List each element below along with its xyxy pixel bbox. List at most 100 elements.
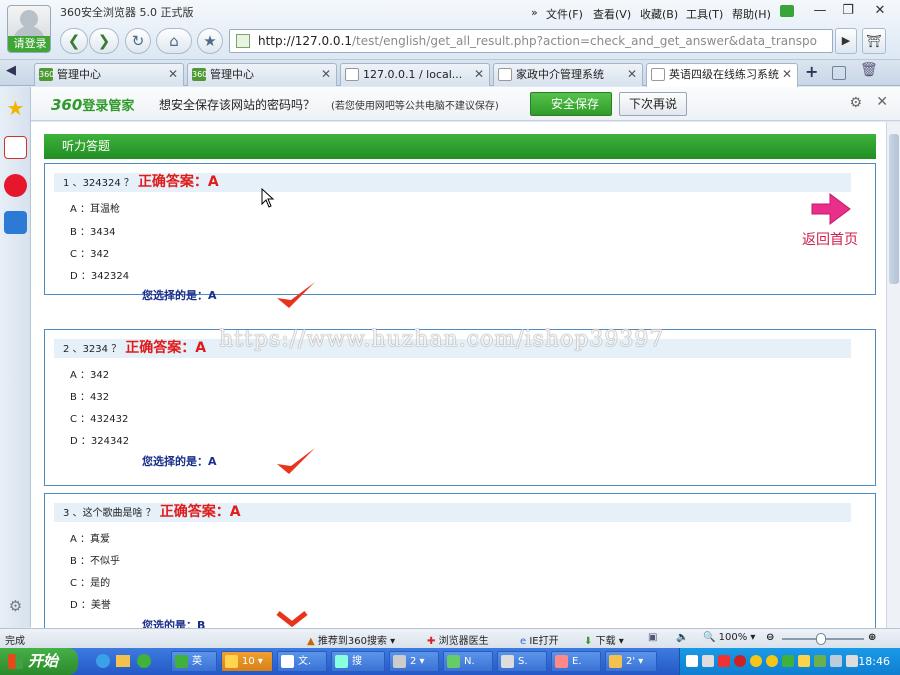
back-button[interactable]: ❮	[60, 28, 88, 54]
watermark-text: https://www.huzhan.com/ishop39397	[219, 327, 665, 352]
correct-check-icon	[277, 448, 315, 474]
task-window-group-1[interactable]: 2 ▾	[389, 651, 439, 672]
tab-page-icon	[498, 68, 512, 81]
option-d: D ：美誉	[70, 600, 111, 611]
task-qq[interactable]: 10 ▾	[221, 651, 273, 672]
recommend-search-button[interactable]: ▲ 推荐到360搜索 ▾	[307, 632, 395, 647]
tab-admin-center-2[interactable]: 360 管理中心 ✕	[187, 63, 337, 86]
trash-icon[interactable]: 🗑	[860, 62, 878, 78]
task-browser[interactable]: 英	[171, 651, 217, 672]
menu-view[interactable]: 查看(V)	[593, 6, 631, 22]
tray-shield-icon[interactable]	[798, 655, 810, 667]
sidebar-toggle-icon[interactable]: ◀	[6, 63, 16, 78]
option-a: A ：342	[70, 370, 110, 381]
weibo-icon[interactable]	[4, 174, 27, 197]
status-bar: 完成 ▲ 推荐到360搜索 ▾ ✚ 浏览器医生 e IE打开 ⬇ 下载 ▾ ▣ …	[0, 628, 900, 648]
ie-open-button[interactable]: e IE打开	[520, 632, 559, 647]
zoom-slider[interactable]	[782, 633, 864, 645]
task-app-icon	[281, 655, 294, 668]
tray-flash-icon[interactable]	[718, 655, 730, 667]
new-tab-icon[interactable]: +	[805, 62, 818, 81]
bar-settings-gear-icon[interactable]: ⚙	[849, 95, 862, 111]
tab-close-icon[interactable]: ✕	[168, 64, 178, 85]
tray-input-icon[interactable]	[830, 655, 842, 667]
section-title: 听力答题	[44, 134, 876, 159]
vertical-scrollbar[interactable]	[886, 122, 900, 628]
phone-icon[interactable]	[4, 211, 27, 234]
refresh-icon[interactable]: ↻	[125, 28, 151, 54]
user-choice: 您选的是：B	[142, 619, 206, 628]
scrollbar-thumb[interactable]	[889, 134, 899, 284]
task-app-icon	[609, 655, 622, 668]
tab-housekeeping-system[interactable]: 家政中介管理系统 ✕	[493, 63, 643, 86]
ask-later-button[interactable]: 下次再说	[619, 92, 687, 116]
zoom-out-icon[interactable]: ⊖	[766, 632, 774, 643]
zoom-knob[interactable]	[816, 633, 826, 645]
url-text[interactable]: http://127.0.0.1/test/english/get_all_re…	[258, 34, 818, 48]
close-window-button[interactable]: ✕	[868, 2, 892, 20]
news-icon[interactable]	[4, 136, 27, 159]
go-button[interactable]: ▶	[835, 28, 857, 54]
save-password-note: (若您使用网吧等公共电脑不建议保存)	[331, 101, 499, 112]
skin-shirt-icon[interactable]	[780, 5, 794, 17]
question-card: 1 、324324 ？正确答案：A A ：耳温枪 B ：3434 C ：342 …	[44, 163, 876, 308]
user-avatar[interactable]: 请登录	[7, 5, 51, 53]
address-bar[interactable]: http://127.0.0.1/test/english/get_all_re…	[229, 29, 833, 53]
settings-gear-icon[interactable]: ⚙	[4, 595, 27, 618]
tray-network-icon[interactable]	[686, 655, 698, 667]
zoom-in-icon[interactable]: ⊕	[868, 632, 876, 643]
windows-flag-icon	[8, 654, 23, 669]
task-window-e[interactable]: E.	[551, 651, 601, 672]
save-password-question: 想安全保存该网站的密码吗？	[159, 98, 316, 112]
menu-tools[interactable]: 工具(T)	[686, 6, 723, 22]
bar-close-icon[interactable]: ✕	[876, 94, 888, 110]
maximize-button[interactable]: ❐	[836, 2, 860, 20]
task-search[interactable]: 搜	[331, 651, 385, 672]
favorites-star-icon[interactable]: ★	[4, 97, 27, 120]
tab-admin-center-1[interactable]: 360 管理中心 ✕	[34, 63, 184, 86]
tab-close-icon[interactable]: ✕	[321, 64, 331, 85]
task-window-n[interactable]: N.	[443, 651, 493, 672]
back-home-link[interactable]: 返回首页	[795, 192, 865, 249]
tray-qq-icon[interactable]	[750, 655, 762, 667]
safe-save-button[interactable]: 安全保存	[530, 92, 612, 116]
tray-qq2-icon[interactable]	[766, 655, 778, 667]
folder-quicklaunch-icon[interactable]	[116, 655, 130, 667]
home-icon[interactable]: ⌂	[156, 28, 192, 54]
tab-close-icon[interactable]: ✕	[627, 64, 637, 85]
menu-file[interactable]: 文件(F)	[546, 6, 583, 22]
menu-chevron-icon[interactable]: »	[531, 6, 538, 19]
shield-icon[interactable]: ⛩	[862, 28, 886, 54]
tab-strip: ◀ 360 管理中心 ✕ 360 管理中心 ✕ 127.0.0.1 / local...…	[0, 60, 900, 87]
task-app-icon	[501, 655, 514, 668]
tab-list-icon[interactable]	[832, 66, 846, 80]
start-button[interactable]: 开始	[0, 648, 78, 675]
task-document[interactable]: 文.	[277, 651, 327, 672]
task-app-icon	[175, 655, 188, 668]
tray-360-icon[interactable]	[782, 655, 794, 667]
menu-help[interactable]: 帮助(H)	[732, 6, 771, 22]
menu-favorites[interactable]: 收藏(B)	[640, 6, 678, 22]
login-button[interactable]: 请登录	[8, 36, 50, 52]
browser-doctor-button[interactable]: ✚ 浏览器医生	[427, 632, 489, 647]
tray-security-icon[interactable]	[814, 655, 826, 667]
tray-volume-icon[interactable]	[846, 655, 858, 667]
volume-icon[interactable]: 🔈	[676, 632, 688, 643]
task-folder-group[interactable]: 2' ▾	[605, 651, 657, 672]
tab-close-icon[interactable]: ✕	[474, 64, 484, 85]
tray-app-icon[interactable]	[702, 655, 714, 667]
ie-quicklaunch-icon[interactable]	[96, 654, 110, 668]
option-c: C ：432432	[70, 414, 129, 425]
screen-icon[interactable]: ▣	[648, 632, 657, 643]
download-button[interactable]: ⬇ 下载 ▾	[584, 632, 624, 647]
tab-phpmyadmin[interactable]: 127.0.0.1 / local... ✕	[340, 63, 490, 86]
forward-button[interactable]: ❯	[89, 28, 119, 54]
tab-english-practice[interactable]: 英语四级在线练习系统 ✕	[646, 63, 798, 87]
task-window-s[interactable]: S.	[497, 651, 547, 672]
tray-media-icon[interactable]	[734, 655, 746, 667]
tab-close-icon[interactable]: ✕	[782, 64, 792, 85]
minimize-button[interactable]: —	[808, 2, 832, 20]
360-quicklaunch-icon[interactable]	[137, 654, 151, 668]
zoom-level[interactable]: 🔍 100% ▾	[703, 632, 755, 643]
favorite-star-icon[interactable]: ★	[197, 28, 223, 54]
